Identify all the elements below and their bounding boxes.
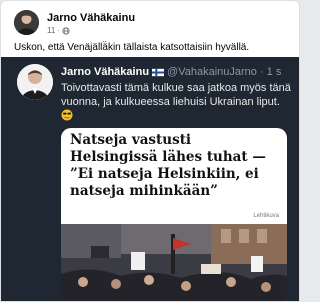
author-name[interactable]: Jarno Vähäkainu [47, 12, 135, 24]
card-headline[interactable]: Natseja vastusti Helsingissä lähes tuhat… [70, 132, 280, 200]
photo-credit: Lehtikuva [253, 213, 279, 219]
embedded-tweet[interactable]: Jarno Vähäkainu @VahakainuJarno · 1 s To… [1, 57, 299, 301]
tweet-handle[interactable]: @VahakainuJarno · 1 s [167, 66, 281, 78]
globe-icon [62, 26, 70, 35]
tweet-body: Toivottavasti tämä kulkue saa jatkoa myö… [61, 81, 293, 123]
facebook-post: Jarno Vähäkainu 11 · Uskon, että Venäjäl… [0, 0, 300, 302]
demonstration-photo [61, 224, 287, 301]
tweet-author-name[interactable]: Jarno Vähäkainu [61, 66, 149, 78]
post-meta: 11 · [47, 26, 70, 35]
tweet-text: Toivottavasti tämä kulkue saa jatkoa myö… [61, 82, 291, 108]
post-time[interactable]: 11 [47, 26, 55, 35]
meta-separator: · [57, 26, 60, 35]
finland-flag-icon [152, 68, 165, 76]
smiling-face-sunglasses-icon [61, 109, 73, 121]
post-text: Uskon, että Venäjällä̈kin tällaista kats… [14, 42, 250, 53]
link-preview-card[interactable]: Natseja vastusti Helsingissä lähes tuhat… [61, 128, 287, 301]
tweet-avatar[interactable] [17, 64, 53, 100]
author-avatar[interactable] [14, 10, 39, 35]
tweet-header: Jarno Vähäkainu @VahakainuJarno · 1 s [61, 66, 281, 78]
